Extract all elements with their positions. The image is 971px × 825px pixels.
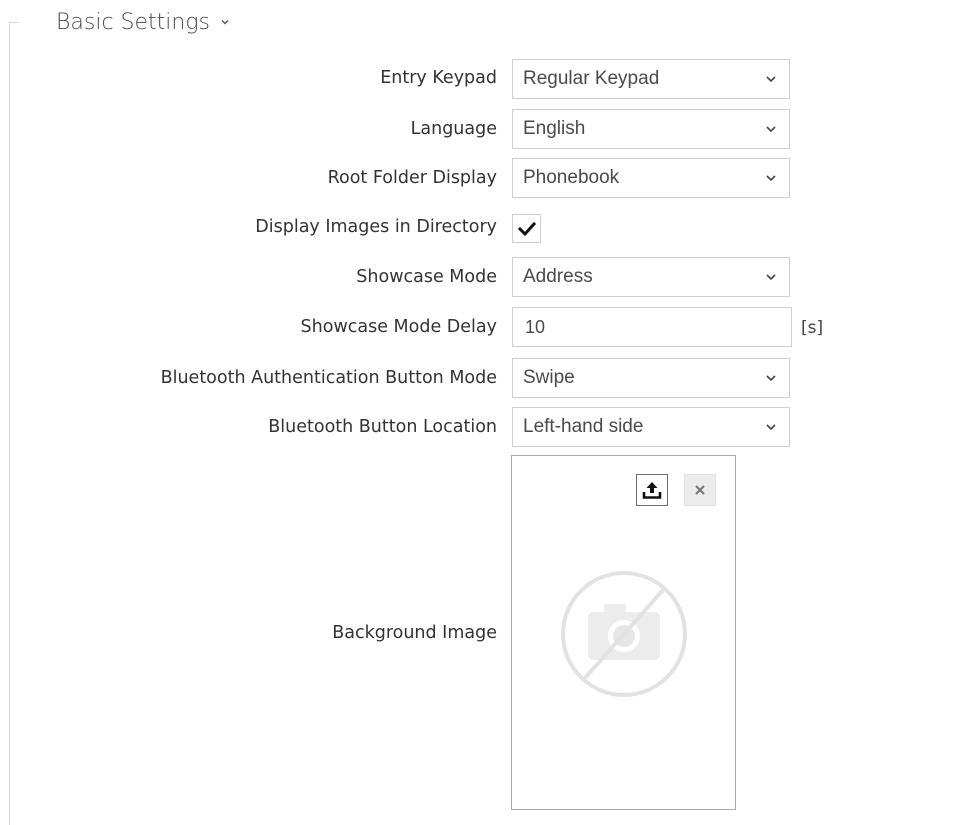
section-frame-line bbox=[9, 22, 10, 825]
language-select[interactable]: English bbox=[512, 109, 790, 149]
display-images-label: Display Images in Directory bbox=[255, 217, 497, 237]
bt-auth-button-mode-label: Bluetooth Authentication Button Mode bbox=[160, 368, 497, 388]
close-icon bbox=[695, 485, 705, 495]
bt-auth-button-mode-value: Swipe bbox=[523, 367, 575, 388]
bt-button-location-select[interactable]: Left-hand side bbox=[512, 407, 790, 447]
upload-image-button[interactable] bbox=[636, 474, 668, 506]
bt-button-location-value: Left-hand side bbox=[523, 416, 644, 437]
showcase-mode-label: Showcase Mode bbox=[356, 267, 497, 287]
showcase-mode-select[interactable]: Address bbox=[512, 257, 790, 297]
chevron-down-icon bbox=[766, 274, 776, 281]
section-header-basic-settings[interactable]: Basic Settings bbox=[56, 6, 230, 38]
entry-keypad-label: Entry Keypad bbox=[380, 68, 497, 88]
section-title: Basic Settings bbox=[56, 9, 211, 35]
background-image-preview[interactable] bbox=[511, 455, 736, 810]
root-folder-display-label: Root Folder Display bbox=[327, 168, 497, 188]
showcase-mode-delay-input[interactable]: 10 bbox=[512, 307, 792, 347]
showcase-mode-delay-label: Showcase Mode Delay bbox=[300, 317, 497, 337]
checkmark-icon bbox=[517, 221, 536, 236]
unit-seconds: [s] bbox=[801, 318, 824, 338]
background-image-label: Background Image bbox=[332, 623, 497, 643]
section-frame-corner bbox=[9, 22, 19, 23]
chevron-down-icon bbox=[766, 375, 776, 382]
chevron-down-icon bbox=[766, 76, 776, 83]
language-value: English bbox=[523, 118, 586, 139]
chevron-down-icon bbox=[766, 126, 776, 133]
display-images-checkbox[interactable] bbox=[512, 214, 541, 243]
showcase-mode-delay-value: 10 bbox=[525, 316, 546, 337]
upload-icon bbox=[642, 482, 662, 499]
entry-keypad-value: Regular Keypad bbox=[523, 68, 660, 89]
chevron-down-icon bbox=[766, 175, 776, 182]
chevron-down-icon bbox=[221, 20, 229, 25]
bt-button-location-label: Bluetooth Button Location bbox=[268, 417, 497, 437]
remove-image-button[interactable] bbox=[684, 474, 716, 506]
entry-keypad-select[interactable]: Regular Keypad bbox=[512, 59, 790, 99]
root-folder-display-select[interactable]: Phonebook bbox=[512, 158, 790, 198]
bt-auth-button-mode-select[interactable]: Swipe bbox=[512, 358, 790, 398]
root-folder-display-value: Phonebook bbox=[523, 167, 620, 188]
showcase-mode-value: Address bbox=[523, 266, 593, 287]
language-label: Language bbox=[410, 119, 497, 139]
chevron-down-icon bbox=[766, 424, 776, 431]
no-image-icon bbox=[561, 571, 687, 697]
